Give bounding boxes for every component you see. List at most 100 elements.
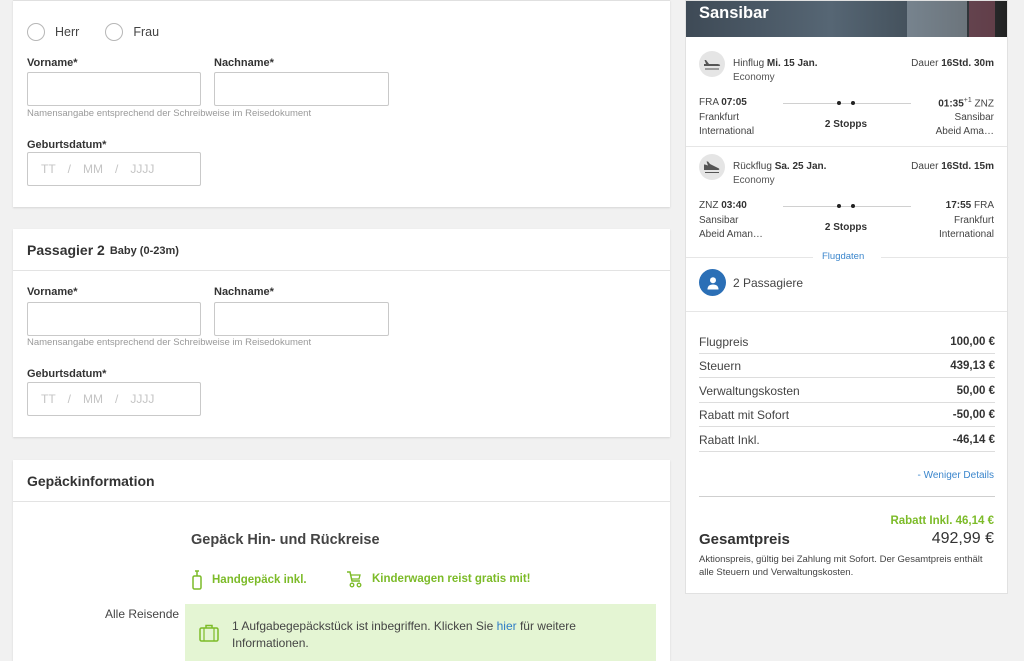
route-line xyxy=(783,103,911,104)
price-row: Flugpreis 100,00 € xyxy=(699,330,995,354)
stop-dot xyxy=(851,204,855,208)
dob-label: Geburtsdatum* xyxy=(27,139,107,151)
checked-bag-text: 1 Aufgabegepäckstück ist inbegriffen. Kl… xyxy=(232,618,642,652)
dob-input[interactable]: TT / MM / JJJJ xyxy=(27,152,201,186)
inbound-date: Sa. 25 Jan. xyxy=(774,161,827,172)
stop-dot xyxy=(837,204,841,208)
inbound-cabin: Economy xyxy=(733,175,775,186)
dob-input[interactable]: TT / MM / JJJJ xyxy=(27,382,201,416)
flight-details-link[interactable]: Flugdaten xyxy=(822,251,864,262)
arr-city: Frankfurt xyxy=(953,215,994,226)
arr-code: ZNZ xyxy=(974,98,994,110)
price-value: -50,00 € xyxy=(952,408,995,421)
outbound-stops: 2 Stopps xyxy=(824,119,868,130)
radio-frau[interactable] xyxy=(105,23,124,41)
baggage-header: Gepäckinformation xyxy=(13,460,670,502)
departure-plane-icon xyxy=(699,51,725,77)
less-details-link[interactable]: - Weniger Details xyxy=(917,470,994,481)
stroller-icon xyxy=(347,571,362,588)
price-value: 50,00 € xyxy=(956,384,995,397)
divider xyxy=(686,311,1007,312)
price-value: 100,00 € xyxy=(950,335,995,348)
stroller-label: Kinderwagen reist gratis mit! xyxy=(372,573,531,585)
divider xyxy=(699,496,995,497)
outbound-duration-value: 16Std. 30m xyxy=(941,58,994,69)
route-line xyxy=(783,206,911,207)
dep-code: ZNZ xyxy=(699,200,719,211)
hand-luggage-label: Handgepäck inkl. xyxy=(212,574,307,586)
inbound-arrival: 17:55 FRA xyxy=(946,200,994,211)
lastname-label: Nachname* xyxy=(214,286,274,298)
lastname-input[interactable] xyxy=(214,302,389,336)
more-info-link[interactable]: hier xyxy=(497,619,517,633)
radio-frau-label[interactable]: Frau xyxy=(133,25,159,39)
inbound-departure: ZNZ 03:40 xyxy=(699,200,747,211)
radio-herr-label[interactable]: Herr xyxy=(55,25,79,39)
stop-dot xyxy=(851,101,855,105)
dob-separator: / xyxy=(67,162,72,176)
outbound-label: Hinflug xyxy=(733,58,765,69)
arr-time: 01:35 xyxy=(938,98,964,110)
divider xyxy=(686,146,1007,147)
destination-banner: Sansibar xyxy=(686,1,1007,37)
divider xyxy=(686,257,813,258)
price-row: Rabatt Inkl. -46,14 € xyxy=(699,428,995,452)
user-icon xyxy=(699,269,726,296)
banner-image xyxy=(907,1,967,37)
all-travelers-label: Alle Reisende xyxy=(105,607,180,621)
radio-herr[interactable] xyxy=(27,23,45,41)
firstname-input[interactable] xyxy=(27,72,201,106)
firstname-input[interactable] xyxy=(27,302,201,336)
price-row: Steuern 439,13 € xyxy=(699,354,995,378)
inbound-duration-value: 16Std. 15m xyxy=(941,161,994,172)
arr-city: Sansibar xyxy=(954,112,994,123)
banner-image xyxy=(969,1,995,37)
inbound-duration: Dauer 16Std. 15m xyxy=(911,161,994,172)
firstname-label: Vorname* xyxy=(27,57,78,69)
price-row: Rabatt mit Sofort -50,00 € xyxy=(699,403,995,427)
inbound-stops: 2 Stopps xyxy=(824,222,868,233)
passenger-2-title: Passagier 2 xyxy=(27,241,105,258)
total-label: Gesamtpreis xyxy=(699,531,790,548)
stroller-feature: Kinderwagen reist gratis mit! xyxy=(345,570,530,588)
outbound-arrival: 01:35+1 ZNZ xyxy=(938,97,994,109)
price-label: Verwaltungskosten xyxy=(699,383,800,398)
dob-year-placeholder: JJJJ xyxy=(130,392,155,406)
arr-code: FRA xyxy=(974,200,994,211)
note-text-before: 1 Aufgabegepäckstück ist inbegriffen. Kl… xyxy=(232,619,497,633)
arr-time: 17:55 xyxy=(945,200,972,211)
name-hint: Namensangabe entsprechend der Schreibwei… xyxy=(27,108,312,119)
lastname-input[interactable] xyxy=(214,72,389,106)
price-label: Steuern xyxy=(699,358,742,373)
booking-summary: Sansibar Hinflug Mi. 15 Jan. Economy Dau… xyxy=(685,0,1009,594)
name-hint: Namensangabe entsprechend der Schreibwei… xyxy=(27,337,312,348)
price-value: -46,14 € xyxy=(952,433,995,446)
hand-luggage-feature: Handgepäck inkl. xyxy=(191,570,307,590)
lastname-label: Nachname* xyxy=(214,57,274,69)
total-note: Aktionspreis, gültig bei Zahlung mit Sof… xyxy=(699,554,983,578)
baggage-title: Gepäck Hin- und Rückreise xyxy=(191,532,380,548)
dob-separator: / xyxy=(67,392,72,406)
dob-day-placeholder: TT xyxy=(41,162,56,176)
dep-time: 03:40 xyxy=(721,200,747,211)
outbound-duration: Dauer 16Std. 30m xyxy=(911,58,994,69)
dob-separator: / xyxy=(115,392,119,406)
passenger-1-card: Herr Frau Vorname* Nachname* Namensangab… xyxy=(13,0,670,207)
dep-code: FRA xyxy=(699,97,719,108)
arr-airport: International xyxy=(938,229,994,240)
price-label: Rabatt Inkl. xyxy=(699,432,760,447)
duration-label: Dauer xyxy=(911,161,939,172)
dob-year-placeholder: JJJJ xyxy=(130,162,155,176)
stop-dot xyxy=(837,101,841,105)
dob-separator: / xyxy=(115,162,119,176)
dob-day-placeholder: TT xyxy=(41,392,56,406)
dob-month-placeholder: MM xyxy=(83,392,104,406)
dep-airport: International xyxy=(699,126,755,137)
price-label: Rabatt mit Sofort xyxy=(699,407,790,422)
destination-title: Sansibar xyxy=(699,4,769,22)
arr-airport: Abeid Ama… xyxy=(935,126,994,137)
baggage-header-title: Gepäckinformation xyxy=(27,472,155,489)
passenger-count: 2 Passagiere xyxy=(733,276,804,290)
gender-radio-group: Herr Frau xyxy=(27,23,185,41)
dep-airport: Abeid Aman… xyxy=(699,229,763,240)
